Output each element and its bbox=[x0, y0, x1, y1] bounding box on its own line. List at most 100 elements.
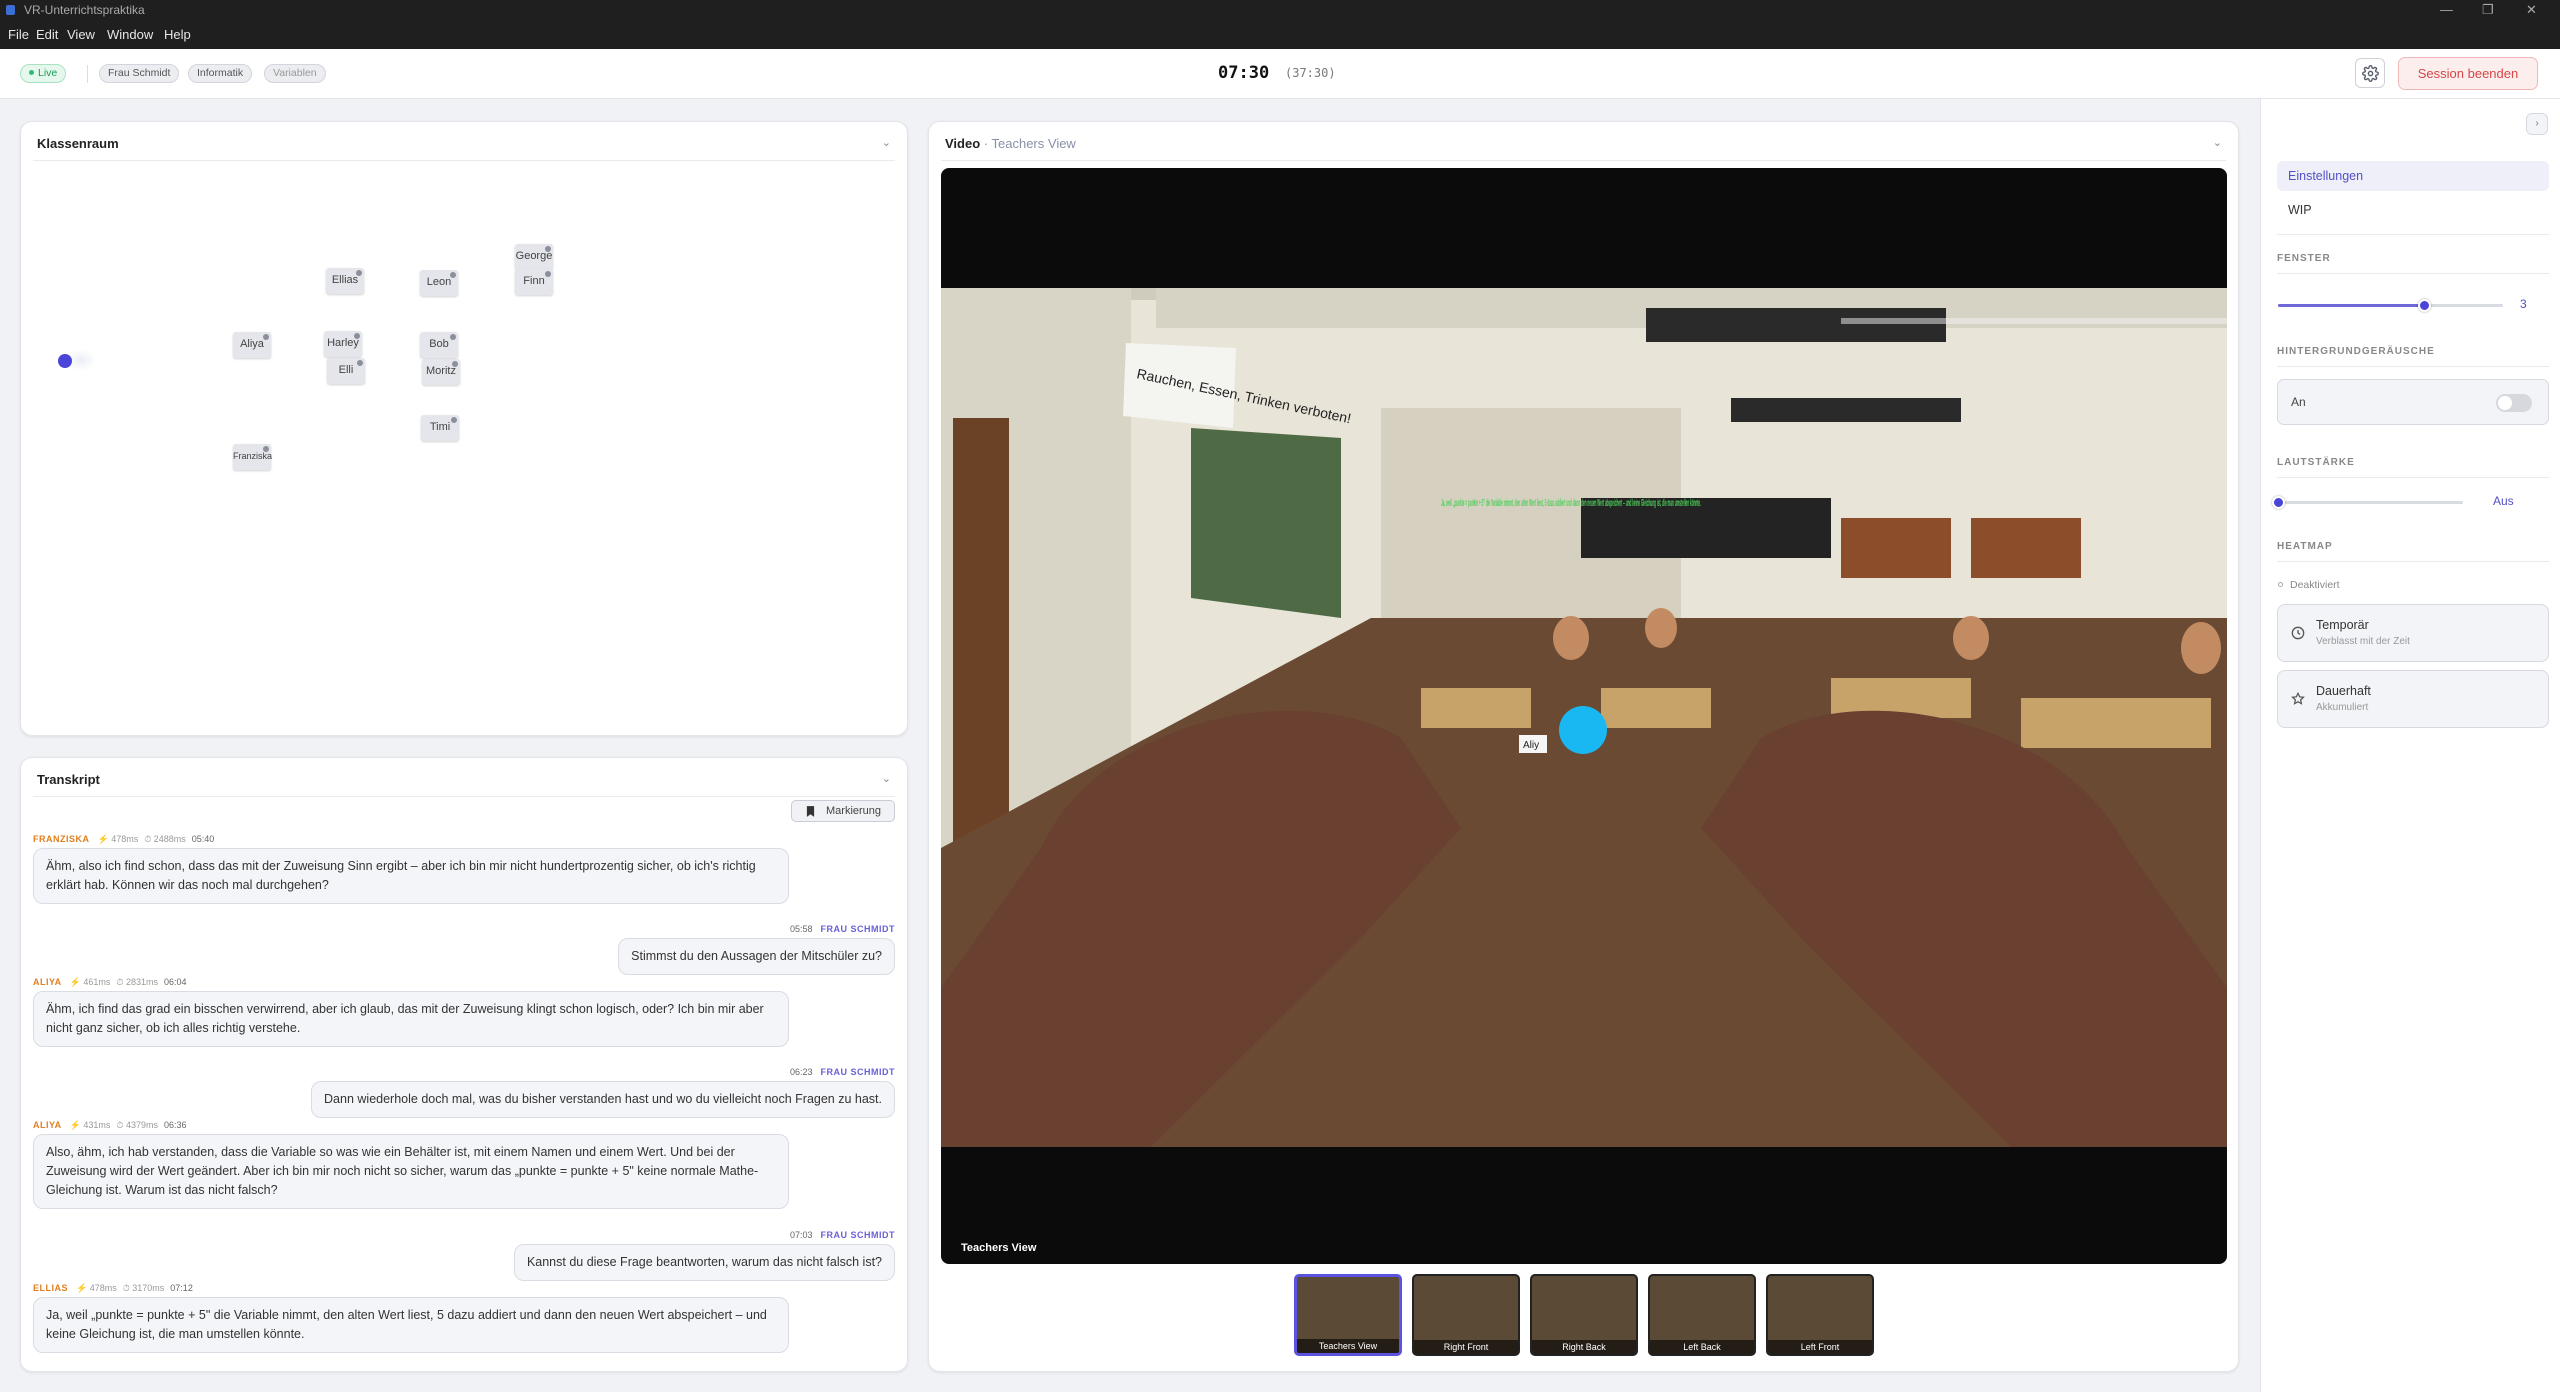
student-desk-elli[interactable]: Elli bbox=[327, 358, 365, 384]
video-panel: Video · Teachers View ⌄ Rauchen, Essen, … bbox=[928, 121, 2239, 1372]
poster bbox=[1191, 428, 1341, 618]
student-desk-george[interactable]: George bbox=[515, 244, 553, 270]
message-bubble: Dann wiederhole doch mal, was du bisher … bbox=[311, 1081, 895, 1118]
teacher-position-marker[interactable] bbox=[58, 354, 72, 368]
chevron-right-icon[interactable]: › bbox=[2526, 113, 2548, 135]
thumb-label: Left Back bbox=[1650, 1340, 1754, 1354]
duration-metric: ⏱ 2831ms bbox=[116, 977, 158, 987]
chevron-down-icon[interactable]: ⌄ bbox=[882, 772, 891, 785]
restore-icon[interactable]: ❐ bbox=[2482, 2, 2494, 18]
student-name: Ellias bbox=[331, 274, 359, 286]
timestamp: 06:04 bbox=[163, 977, 187, 987]
student-name: Leon bbox=[426, 276, 452, 288]
volume-slider[interactable] bbox=[2272, 496, 2463, 509]
student-desk-bob[interactable]: Bob bbox=[420, 332, 458, 358]
message-meta: 05:58 FRAU SCHMIDT bbox=[335, 924, 895, 938]
session-timer: 07:30 bbox=[1218, 63, 1270, 83]
section-hintergrundgeraeusche: HINTERGRUNDGERÄUSCHE bbox=[2277, 346, 2435, 357]
settings-button[interactable] bbox=[2355, 58, 2385, 88]
fenster-slider[interactable] bbox=[2278, 299, 2503, 312]
student-desk-franziska[interactable]: Franziska bbox=[233, 444, 272, 470]
tab-einstellungen[interactable]: Einstellungen bbox=[2277, 161, 2549, 191]
student-desk-harley[interactable]: Harley bbox=[324, 331, 362, 357]
subtitle-overlay: Ja, weil „punkte = punkte + 5" die Varia… bbox=[1441, 498, 1701, 509]
timestamp: 06:23 bbox=[789, 1067, 813, 1077]
status-dot-icon bbox=[2278, 582, 2283, 587]
latency-metric: ⚡ 478ms bbox=[76, 1283, 117, 1293]
section-fenster: FENSTER bbox=[2277, 253, 2331, 264]
chevron-down-icon[interactable]: ⌄ bbox=[2213, 136, 2222, 149]
status-dot-icon bbox=[357, 360, 363, 366]
timestamp: 07:03 bbox=[789, 1230, 813, 1240]
fenster-value: 3 bbox=[2520, 297, 2527, 311]
camera-thumb-teachers-view[interactable]: Teachers View bbox=[1294, 1274, 1402, 1356]
end-session-button[interactable]: Session beenden bbox=[2398, 57, 2538, 90]
menu-view[interactable]: View bbox=[67, 27, 95, 42]
menu-help[interactable]: Help bbox=[164, 27, 191, 42]
student-name: Bob bbox=[429, 338, 449, 350]
speaker-name: FRAU SCHMIDT bbox=[820, 1230, 895, 1240]
message-teacher: 07:03 FRAU SCHMIDT Kannst du diese Frage … bbox=[335, 1230, 895, 1281]
classroom-panel: Klassenraum ⌄ Ellias Leon George Finn Al… bbox=[20, 121, 908, 736]
heatmap-option-dauerhaft[interactable]: Dauerhaft Akkumuliert bbox=[2277, 670, 2549, 728]
slider-handle[interactable] bbox=[2418, 299, 2432, 312]
message-student: ALIYA ⚡ 431ms ⏱ 4379ms 06:36 Also, ähm, ich… bbox=[33, 1120, 789, 1209]
option-title: Temporär bbox=[2316, 618, 2369, 632]
slider-handle[interactable] bbox=[2272, 496, 2285, 509]
duration-metric: ⏱ 3170ms bbox=[122, 1283, 165, 1293]
camera-thumb-left-front[interactable]: Left Front bbox=[1766, 1274, 1874, 1356]
message-bubble: Ähm, ich find das grad ein bisschen verw… bbox=[33, 991, 789, 1047]
bookmark-label: Markierung bbox=[826, 805, 882, 817]
ceiling-light bbox=[1731, 398, 1961, 422]
speaker-name: ALIYA bbox=[33, 1120, 62, 1130]
student-desk-timi[interactable]: Timi bbox=[421, 415, 459, 441]
student-desk-ellias[interactable]: Ellias bbox=[326, 268, 364, 294]
name-card-label: Aliy bbox=[1523, 740, 1539, 751]
status-dot-icon bbox=[451, 417, 457, 423]
student-desk-aliya[interactable]: Aliya bbox=[233, 332, 271, 358]
thumb-label: Left Front bbox=[1768, 1340, 1872, 1354]
timestamp: 06:36 bbox=[163, 1120, 187, 1130]
speaker-name: FRAU SCHMIDT bbox=[820, 924, 895, 934]
section-heatmap: HEATMAP bbox=[2277, 541, 2333, 552]
chevron-down-icon[interactable]: ⌄ bbox=[882, 136, 891, 149]
video-view-name: Teachers View bbox=[991, 136, 1076, 151]
heatmap-option-temporaer[interactable]: Temporär Verblasst mit der Zeit bbox=[2277, 604, 2549, 662]
student-desk-leon[interactable]: Leon bbox=[420, 270, 458, 296]
message-meta: ALIYA ⚡ 461ms ⏱ 2831ms 06:04 bbox=[33, 977, 789, 991]
status-dot-icon bbox=[545, 271, 551, 277]
camera-thumb-left-back[interactable]: Left Back bbox=[1648, 1274, 1756, 1356]
student-desk-finn[interactable]: Finn bbox=[515, 269, 553, 295]
menu-edit[interactable]: Edit bbox=[36, 27, 58, 42]
option-subtitle: Verblasst mit der Zeit bbox=[2316, 636, 2410, 647]
video-player[interactable]: Rauchen, Essen, Trinken verboten! Aliy J… bbox=[941, 168, 2227, 1264]
student-desk-moritz[interactable]: Moritz bbox=[422, 359, 460, 385]
duration-metric: ⏱ 4379ms bbox=[116, 1120, 158, 1130]
message-bubble: Ähm, also ich find schon, dass das mit d… bbox=[33, 848, 789, 904]
message-meta: 07:03 FRAU SCHMIDT bbox=[335, 1230, 895, 1244]
menu-file[interactable]: File bbox=[8, 27, 29, 42]
minimize-icon[interactable]: — bbox=[2440, 2, 2453, 17]
message-bubble: Stimmst du den Aussagen der Mitschüler z… bbox=[618, 938, 895, 975]
tag-subject: Informatik bbox=[188, 64, 253, 83]
tab-wip[interactable]: WIP bbox=[2277, 195, 2549, 225]
status-dot-icon bbox=[452, 361, 458, 367]
bookmark-button[interactable]: Markierung bbox=[791, 800, 895, 822]
transcript-messages[interactable]: FRANZISKA ⚡ 478ms ⏱ 2488ms 05:40 Ähm, also … bbox=[21, 826, 907, 1371]
speaker-name: ALIYA bbox=[33, 977, 62, 987]
video-title: Video · Teachers View bbox=[945, 136, 1076, 151]
menu-window[interactable]: Window bbox=[107, 27, 153, 42]
noise-toggle[interactable] bbox=[2496, 394, 2532, 412]
background-noise-setting: An bbox=[2277, 379, 2549, 425]
status-dot-icon bbox=[263, 334, 269, 340]
student-desk bbox=[2021, 698, 2211, 748]
student-name: Aliya bbox=[240, 338, 264, 350]
star-icon bbox=[2291, 692, 2305, 705]
close-icon[interactable]: ✕ bbox=[2526, 2, 2537, 18]
camera-thumb-right-back[interactable]: Right Back bbox=[1530, 1274, 1638, 1356]
thumb-label: Right Back bbox=[1532, 1340, 1636, 1354]
thumb-label: Teachers View bbox=[1297, 1339, 1399, 1353]
student-name: Timi bbox=[429, 421, 451, 433]
camera-thumb-right-front[interactable]: Right Front bbox=[1412, 1274, 1520, 1356]
status-dot-icon bbox=[545, 246, 551, 252]
